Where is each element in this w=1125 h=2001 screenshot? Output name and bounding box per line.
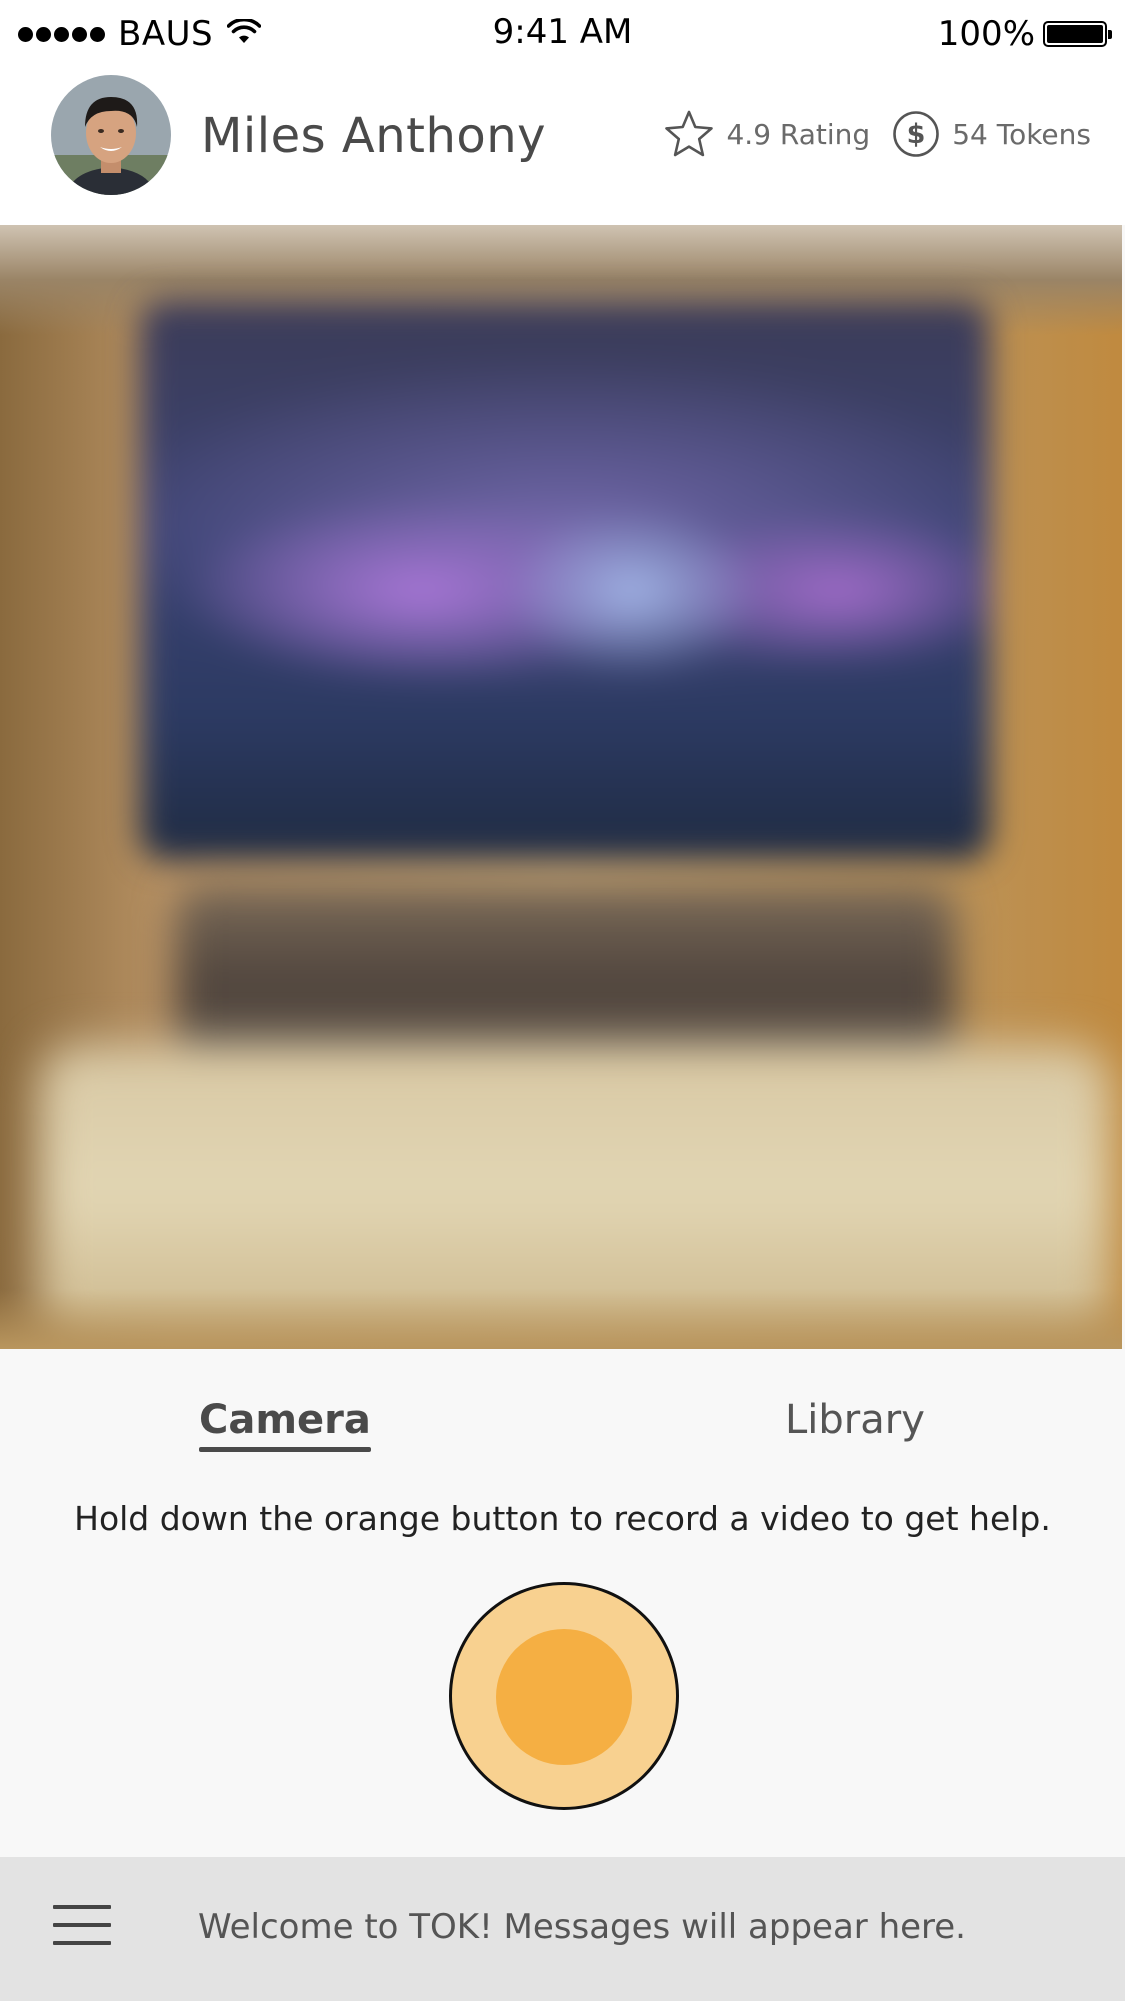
dollar-coin-icon: $: [892, 110, 940, 158]
profile-header: Miles Anthony 4.9 Rating $ 54 Tokens: [0, 68, 1125, 225]
user-name: Miles Anthony: [201, 108, 547, 164]
user-stats: 4.9 Rating $ 54 Tokens: [664, 110, 1091, 158]
svg-text:$: $: [907, 119, 926, 150]
media-source-tabs: Camera Library: [0, 1349, 1125, 1469]
rating-stat: 4.9 Rating: [664, 110, 870, 158]
hamburger-menu-icon[interactable]: [53, 1905, 111, 1949]
message-text: Welcome to TOK! Messages will appear her…: [198, 1907, 966, 1947]
laptop-screen-blur: [140, 300, 990, 860]
record-instructions: Hold down the orange button to record a …: [74, 1499, 1051, 1538]
star-icon: [664, 110, 714, 158]
rating-text: 4.9 Rating: [726, 117, 871, 151]
battery-percent: 100%: [937, 14, 1035, 54]
tab-camera[interactable]: Camera: [199, 1397, 371, 1452]
message-bar: Welcome to TOK! Messages will appear her…: [0, 1857, 1125, 2001]
camera-preview: [0, 225, 1122, 1349]
tokens-stat: $ 54 Tokens: [892, 110, 1091, 158]
status-bar: BAUS 9:41 AM 100%: [0, 0, 1125, 68]
status-right: 100%: [937, 12, 1112, 56]
tokens-text: 54 Tokens: [952, 117, 1091, 151]
tab-library[interactable]: Library: [785, 1397, 925, 1443]
record-button[interactable]: [449, 1582, 679, 1810]
app-screen: BAUS 9:41 AM 100% Miles Anthony 4.9 Rati…: [0, 0, 1125, 2001]
avatar[interactable]: [51, 75, 171, 195]
battery-icon: [1043, 21, 1112, 47]
record-button-inner: [496, 1629, 632, 1765]
